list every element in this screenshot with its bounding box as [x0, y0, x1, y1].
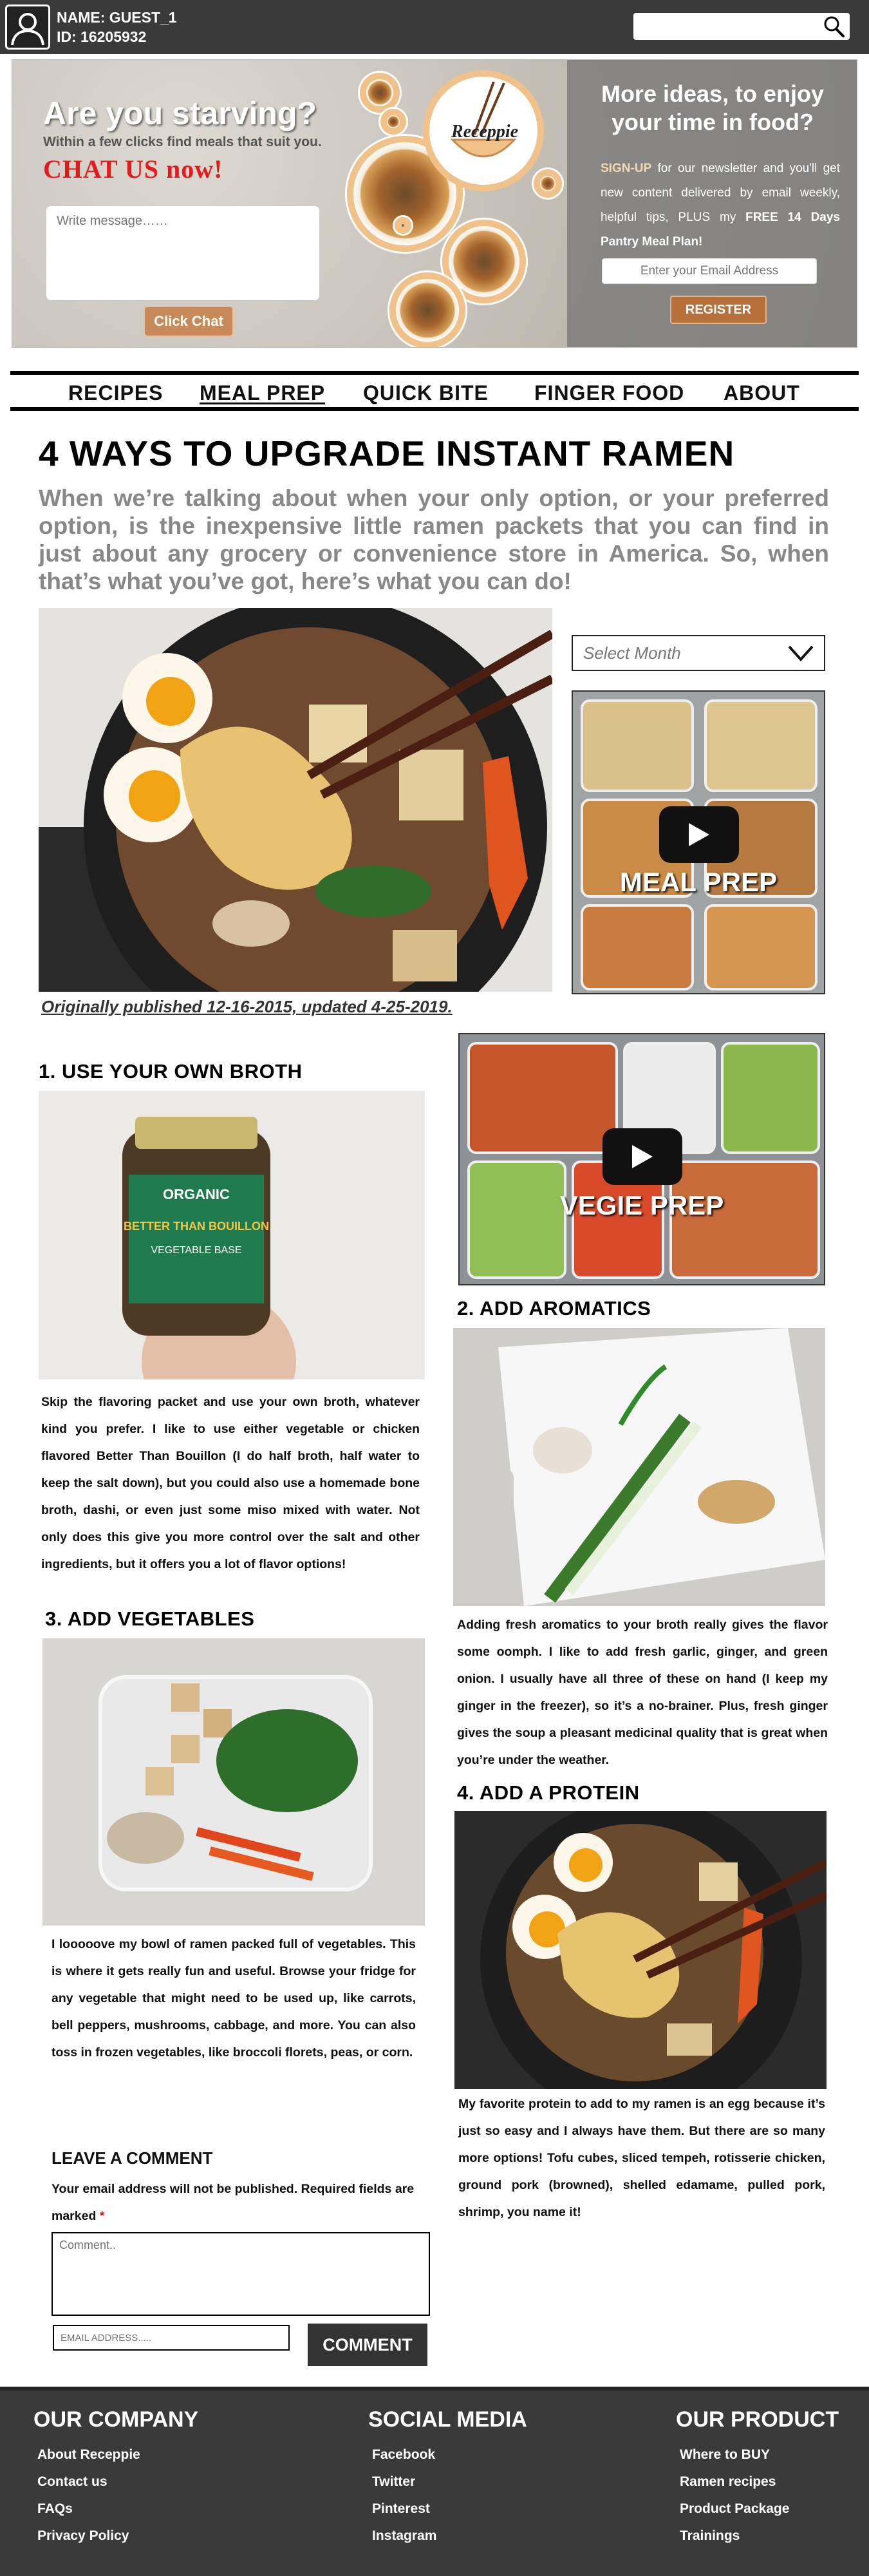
- footer-company: OUR COMPANY About Receppie Contact us FA…: [33, 2407, 198, 2550]
- footer-social-title: SOCIAL MEDIA: [368, 2407, 527, 2432]
- nav-item-finger-food[interactable]: FINGER FOOD: [534, 381, 684, 405]
- footer: OUR COMPANY About Receppie Contact us FA…: [0, 2387, 869, 2576]
- aromatics-image: [453, 1328, 825, 1606]
- protein-ramen-image: [454, 1811, 827, 2089]
- jar-label-type: VEGETABLE BASE: [151, 1245, 241, 1256]
- footer-link-ramen-recipes[interactable]: Ramen recipes: [676, 2468, 839, 2496]
- hero-plate-image: [389, 272, 465, 347]
- month-select[interactable]: Select Month: [572, 635, 825, 671]
- broth-jar-image: ORGANIC BETTER THAN BOUILLON VEGETABLE B…: [39, 1091, 425, 1379]
- newsletter-title-line1: More ideas, to enjoy: [601, 80, 825, 107]
- hero-plate-image: [380, 109, 406, 135]
- hero-plate-image: [360, 73, 400, 113]
- section-body-aromatics: Adding fresh aromatics to your broth rea…: [457, 1618, 828, 1767]
- ramen-bowl-image: [39, 608, 552, 992]
- click-chat-button[interactable]: Click Chat: [144, 306, 234, 337]
- jar-label-brand: BETTER THAN BOUILLON: [124, 1220, 269, 1233]
- signup-text: SIGN-UP: [601, 162, 652, 175]
- footer-link-privacy[interactable]: Privacy Policy: [33, 2523, 198, 2550]
- article-title: 4 WAYS TO UPGRADE INSTANT RAMEN: [39, 433, 735, 473]
- nav-item-about[interactable]: ABOUT: [724, 381, 800, 405]
- comment-input[interactable]: [51, 2232, 430, 2316]
- hero-subtitle: Within a few clicks find meals that suit…: [43, 135, 322, 149]
- jar-label-top: ORGANIC: [163, 1186, 230, 1202]
- search-input[interactable]: [633, 13, 850, 40]
- nav-item-quick-bite[interactable]: QUICK BITE: [363, 381, 489, 405]
- footer-product-title: OUR PRODUCT: [676, 2407, 839, 2432]
- comment-note-text: Your email address will not be published…: [51, 2182, 415, 2223]
- logo-text: Receppie: [451, 122, 519, 142]
- comment-heading: LEAVE A COMMENT: [51, 2148, 213, 2168]
- footer-link-twitter[interactable]: Twitter: [368, 2468, 527, 2496]
- footer-social: SOCIAL MEDIA Facebook Twitter Pinterest …: [368, 2407, 527, 2550]
- hero-plate-image: [534, 169, 562, 198]
- section-heading-protein: 4. ADD A PROTEIN: [457, 1781, 640, 1804]
- footer-link-product-package[interactable]: Product Package: [676, 2496, 839, 2523]
- footer-link-instagram[interactable]: Instagram: [368, 2523, 527, 2550]
- footer-link-pinterest[interactable]: Pinterest: [368, 2496, 527, 2523]
- footer-link-faqs[interactable]: FAQs: [33, 2496, 198, 2523]
- footer-link-about[interactable]: About Receppie: [33, 2441, 198, 2468]
- newsletter-title-line2: your time in food?: [612, 109, 814, 135]
- footer-product: OUR PRODUCT Where to BUY Ramen recipes P…: [676, 2407, 839, 2550]
- footer-company-title: OUR COMPANY: [33, 2407, 199, 2432]
- play-icon[interactable]: [603, 1128, 682, 1185]
- section-body-broth: Skip the flavoring packet and use your o…: [41, 1395, 420, 1571]
- nav-item-meal-prep[interactable]: MEAL PREP: [200, 381, 325, 405]
- section-body-protein: My favorite protein to add to my ramen i…: [458, 2097, 825, 2219]
- chat-message-input[interactable]: [46, 205, 320, 301]
- comment-email-input[interactable]: [53, 2325, 290, 2351]
- video-caption: MEAL PREP: [619, 867, 778, 897]
- comment-submit-button[interactable]: COMMENT: [308, 2324, 427, 2366]
- footer-link-where-to-buy[interactable]: Where to BUY: [676, 2441, 839, 2468]
- hero-title: Are you starving?: [43, 95, 317, 131]
- footer-link-trainings[interactable]: Trainings: [676, 2523, 839, 2550]
- article-intro: When we’re talking about when your only …: [39, 485, 829, 594]
- section-body-vegetables: I looooove my bowl of ramen packed full …: [51, 1937, 416, 2060]
- vegie-prep-video[interactable]: VEGIE PREP: [458, 1033, 825, 1285]
- newsletter-description: SIGN-UP for our newsletter and you'll ge…: [601, 156, 840, 254]
- vegetables-image: [42, 1638, 425, 1926]
- meal-prep-video[interactable]: MEAL PREP: [572, 690, 825, 994]
- hero-plate-image: [395, 217, 411, 234]
- newsletter-email-input[interactable]: [602, 258, 817, 284]
- section-heading-broth: 1. USE YOUR OWN BROTH: [39, 1060, 303, 1083]
- published-date: Originally published 12-16-2015, updated…: [41, 997, 453, 1016]
- section-heading-vegetables: 3. ADD VEGETABLES: [45, 1607, 255, 1630]
- newsletter-panel: More ideas, to enjoy your time in food? …: [567, 60, 857, 347]
- play-icon[interactable]: [659, 806, 739, 863]
- user-id: ID: 16205932: [57, 28, 147, 45]
- hero-banner: Receppie Are you starving? Within a few …: [12, 59, 857, 348]
- user-name: NAME: GUEST_1: [57, 9, 177, 26]
- user-avatar-icon[interactable]: [5, 5, 50, 50]
- chat-callout: CHAT US now!: [43, 155, 223, 184]
- top-bar: NAME: GUEST_1 ID: 16205932: [0, 0, 869, 54]
- footer-link-contact[interactable]: Contact us: [33, 2468, 198, 2496]
- main-nav: RECIPES MEAL PREP QUICK BITE FINGER FOOD…: [10, 371, 859, 411]
- footer-link-facebook[interactable]: Facebook: [368, 2441, 527, 2468]
- comment-note: Your email address will not be published…: [51, 2175, 438, 2230]
- section-heading-aromatics: 2. ADD AROMATICS: [457, 1297, 651, 1320]
- register-button[interactable]: REGISTER: [670, 296, 767, 324]
- nav-item-recipes[interactable]: RECIPES: [68, 381, 163, 405]
- required-marker: *: [99, 2209, 105, 2223]
- search-icon[interactable]: [821, 13, 847, 40]
- video-caption: VEGIE PREP: [559, 1190, 724, 1220]
